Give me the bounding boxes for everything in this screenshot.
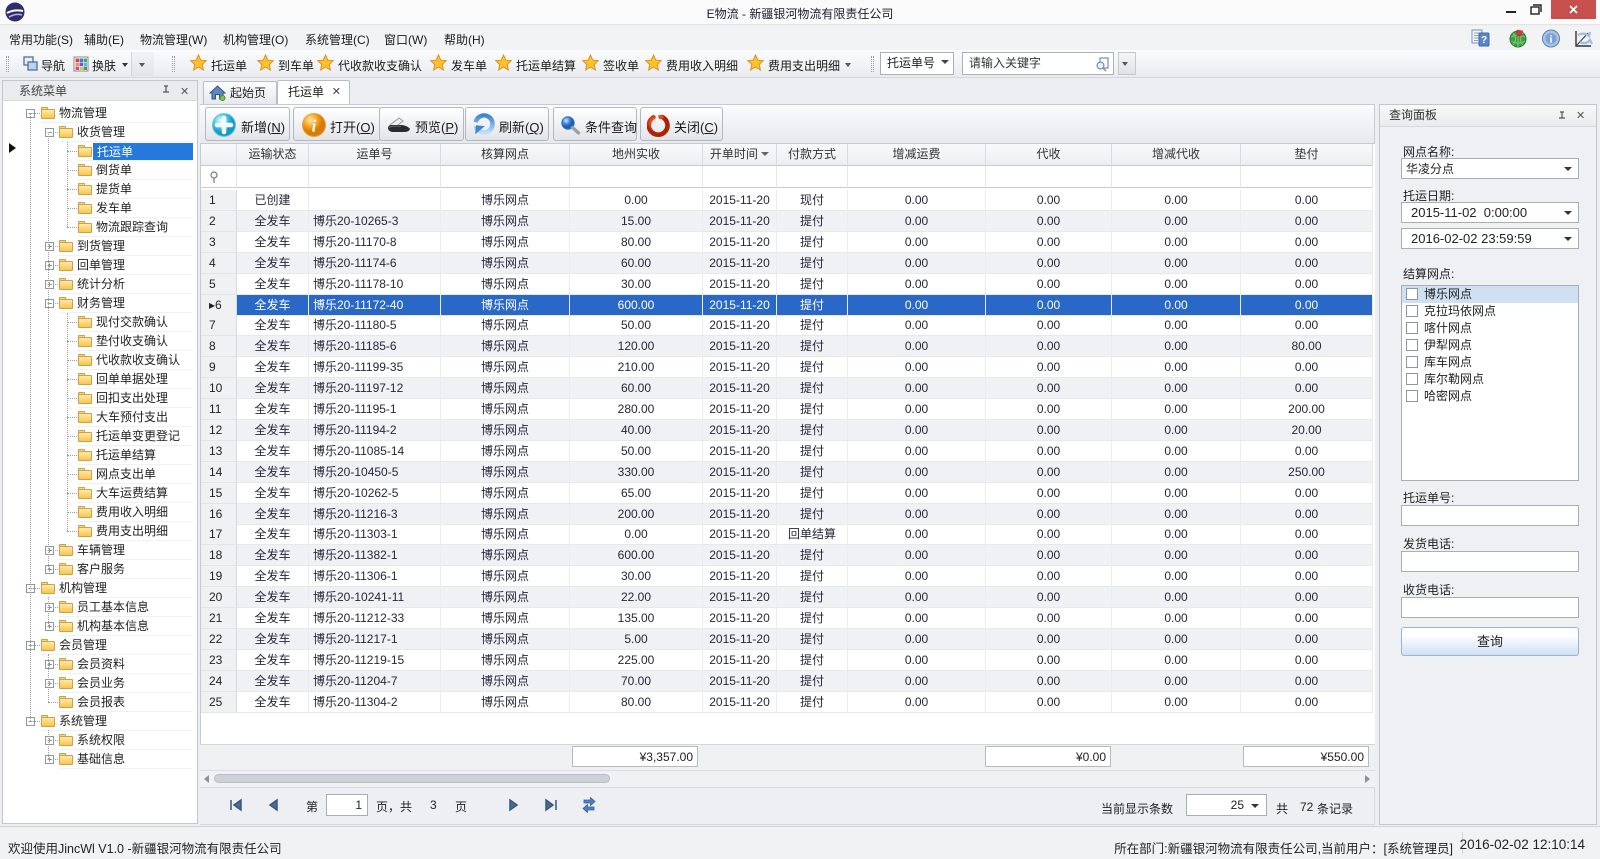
svg-text:?: ? xyxy=(1481,35,1487,46)
svg-text:i: i xyxy=(312,117,317,136)
svg-text:i: i xyxy=(1550,35,1553,46)
